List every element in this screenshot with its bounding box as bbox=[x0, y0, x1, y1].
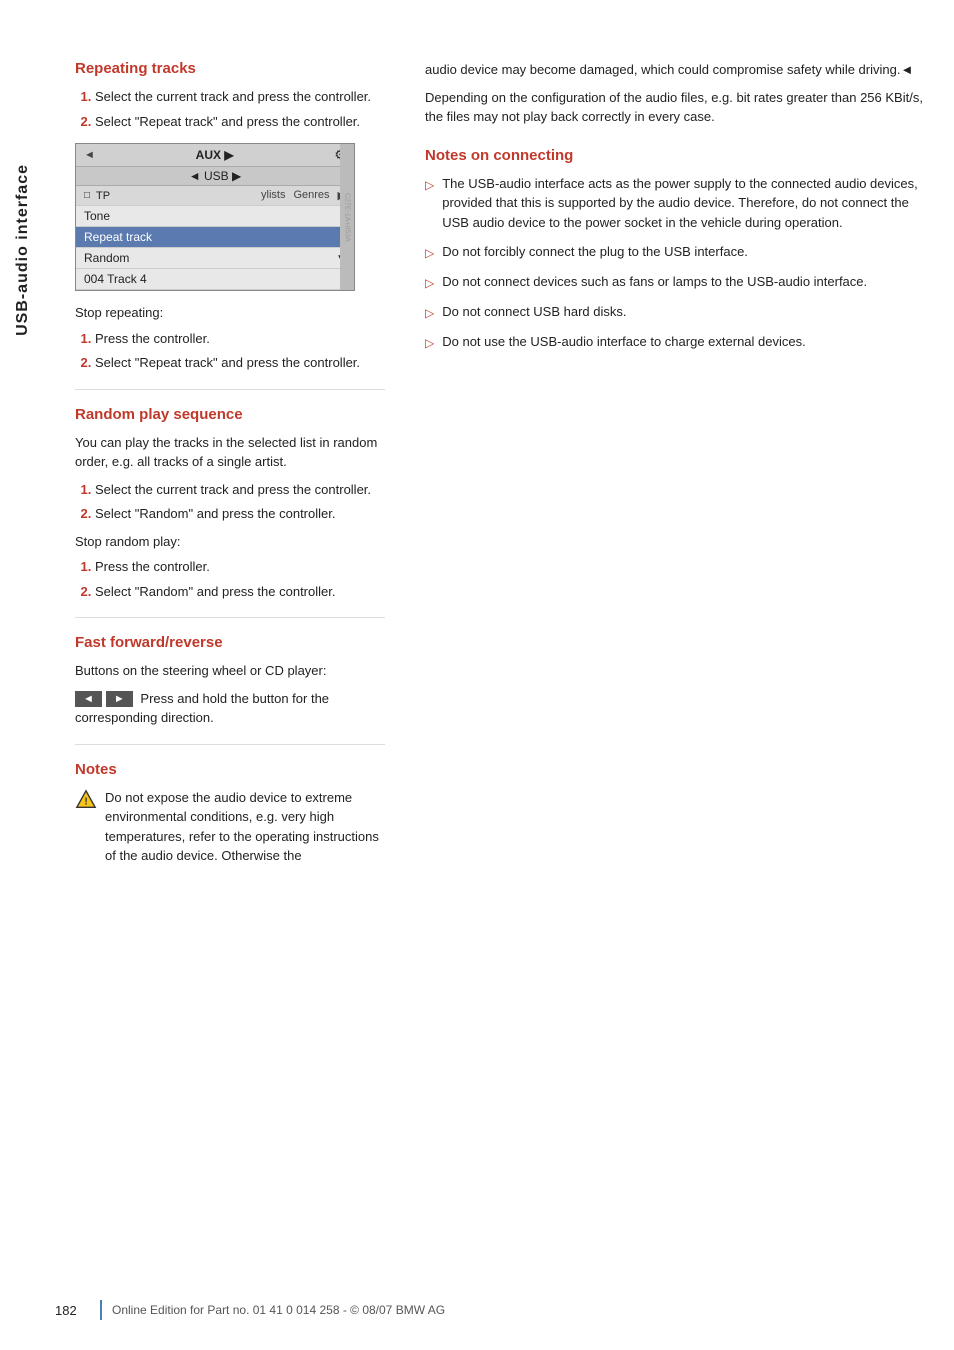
tone-label: Tone bbox=[84, 209, 110, 223]
notes-on-connecting-heading: Notes on connecting bbox=[425, 147, 924, 164]
footer: 182 Online Edition for Part no. 01 41 0 … bbox=[55, 1300, 924, 1320]
track4-label: 004 Track 4 bbox=[84, 272, 147, 286]
section-random-play: Random play sequence You can play the tr… bbox=[75, 406, 385, 602]
step-item: Select "Repeat track" and press the cont… bbox=[95, 112, 385, 132]
fast-forward-buttons-text: ◄ ► Press and hold the button for the co… bbox=[75, 689, 385, 728]
svg-text:!: ! bbox=[84, 796, 87, 807]
step-item: Select the current track and press the c… bbox=[95, 480, 385, 500]
ui-top-bar: ◄ AUX ▶ ⚙ bbox=[76, 144, 354, 167]
menu-row-tp: □ TP ylists Genres ▶ bbox=[76, 186, 354, 206]
bullet-text: Do not forcibly connect the plug to the … bbox=[442, 242, 748, 262]
menu-tabs: ylists Genres ▶ bbox=[261, 189, 346, 202]
bullet-text: The USB-audio interface acts as the powe… bbox=[442, 174, 924, 233]
ui-menu: □ TP ylists Genres ▶ Tone Repeat track bbox=[76, 186, 354, 290]
random-play-steps: Select the current track and press the c… bbox=[75, 480, 385, 524]
list-item: ▷ Do not connect devices such as fans or… bbox=[425, 272, 924, 292]
aux-label: AUX ▶ bbox=[196, 148, 234, 162]
repeating-tracks-steps: Select the current track and press the c… bbox=[75, 87, 385, 131]
repeat-track-label: Repeat track bbox=[84, 230, 152, 244]
left-column: Repeating tracks Select the current trac… bbox=[75, 60, 385, 880]
bullet-text: Do not connect USB hard disks. bbox=[442, 302, 626, 322]
stop-random-steps: Press the controller. Select "Random" an… bbox=[75, 557, 385, 601]
menu-row-repeat-track: Repeat track bbox=[76, 227, 354, 248]
ui-screenshot-box: ◄ AUX ▶ ⚙ ◄ USB ▶ □ TP ylists Genres bbox=[75, 143, 355, 291]
step-item: Select "Repeat track" and press the cont… bbox=[95, 353, 385, 373]
ui-side-strip: C27E-1A+053A bbox=[340, 144, 354, 290]
bullet-arrow-icon: ▷ bbox=[425, 244, 434, 262]
list-item: ▷ The USB-audio interface acts as the po… bbox=[425, 174, 924, 233]
notes-on-connecting-list: ▷ The USB-audio interface acts as the po… bbox=[425, 174, 924, 353]
tp-checkbox-icon: □ bbox=[84, 190, 90, 201]
step-item: Press the controller. bbox=[95, 329, 385, 349]
sidebar-label: USB-audio interface bbox=[0, 100, 46, 400]
usb-label: ◄ USB ▶ bbox=[189, 169, 241, 183]
section-fast-forward: Fast forward/reverse Buttons on the stee… bbox=[75, 634, 385, 728]
random-label: Random bbox=[84, 251, 129, 265]
step-item: Select the current track and press the c… bbox=[95, 87, 385, 107]
aux-left-arrow: ◄ bbox=[84, 149, 95, 161]
ui-second-bar: ◄ USB ▶ bbox=[76, 167, 354, 186]
footer-divider bbox=[100, 1300, 102, 1320]
list-item: ▷ Do not use the USB-audio interface to … bbox=[425, 332, 924, 352]
section-divider bbox=[75, 617, 385, 618]
random-play-intro: You can play the tracks in the selected … bbox=[75, 433, 385, 472]
random-play-heading: Random play sequence bbox=[75, 406, 385, 423]
stop-repeating-label: Stop repeating: bbox=[75, 303, 385, 323]
section-repeating-tracks: Repeating tracks Select the current trac… bbox=[75, 60, 385, 373]
list-item: ▷ Do not forcibly connect the plug to th… bbox=[425, 242, 924, 262]
repeating-tracks-heading: Repeating tracks bbox=[75, 60, 385, 77]
bullet-text: Do not use the USB-audio interface to ch… bbox=[442, 332, 806, 352]
menu-row-tone: Tone bbox=[76, 206, 354, 227]
section-divider bbox=[75, 744, 385, 745]
bullet-arrow-icon: ▷ bbox=[425, 176, 434, 194]
tab-ylists: ylists bbox=[261, 189, 285, 202]
menu-row-track4: 004 Track 4 bbox=[76, 269, 354, 290]
section-notes: Notes ! Do not expose the audio device t… bbox=[75, 761, 385, 874]
step-item: Select "Random" and press the controller… bbox=[95, 504, 385, 524]
notes-warning-text: Do not expose the audio device to extrem… bbox=[105, 788, 385, 866]
footer-text: Online Edition for Part no. 01 41 0 014 … bbox=[112, 1303, 445, 1317]
page-number: 182 bbox=[55, 1303, 90, 1318]
warning-triangle-icon: ! bbox=[75, 789, 97, 811]
rewind-button[interactable]: ◄ bbox=[75, 691, 102, 707]
step-item: Select "Random" and press the controller… bbox=[95, 582, 385, 602]
section-divider bbox=[75, 389, 385, 390]
right-bit-rate-text: Depending on the configuration of the au… bbox=[425, 88, 924, 127]
stop-random-label: Stop random play: bbox=[75, 532, 385, 552]
step-item: Press the controller. bbox=[95, 557, 385, 577]
notes-heading: Notes bbox=[75, 761, 385, 778]
notes-warning-row: ! Do not expose the audio device to extr… bbox=[75, 788, 385, 874]
bullet-arrow-icon: ▷ bbox=[425, 334, 434, 352]
stop-repeating-steps: Press the controller. Select "Repeat tra… bbox=[75, 329, 385, 373]
fast-forward-button[interactable]: ► bbox=[106, 691, 133, 707]
right-continued-text: audio device may become damaged, which c… bbox=[425, 60, 924, 80]
tp-label: TP bbox=[96, 190, 110, 202]
bullet-arrow-icon: ▷ bbox=[425, 304, 434, 322]
fast-forward-intro: Buttons on the steering wheel or CD play… bbox=[75, 661, 385, 681]
right-column: audio device may become damaged, which c… bbox=[415, 60, 924, 880]
bullet-arrow-icon: ▷ bbox=[425, 274, 434, 292]
ff-button-group: ◄ ► bbox=[75, 691, 133, 707]
bullet-text: Do not connect devices such as fans or l… bbox=[442, 272, 867, 292]
list-item: ▷ Do not connect USB hard disks. bbox=[425, 302, 924, 322]
tab-genres: Genres bbox=[293, 189, 329, 202]
fast-forward-heading: Fast forward/reverse bbox=[75, 634, 385, 651]
menu-row-random: Random ▼ bbox=[76, 248, 354, 269]
